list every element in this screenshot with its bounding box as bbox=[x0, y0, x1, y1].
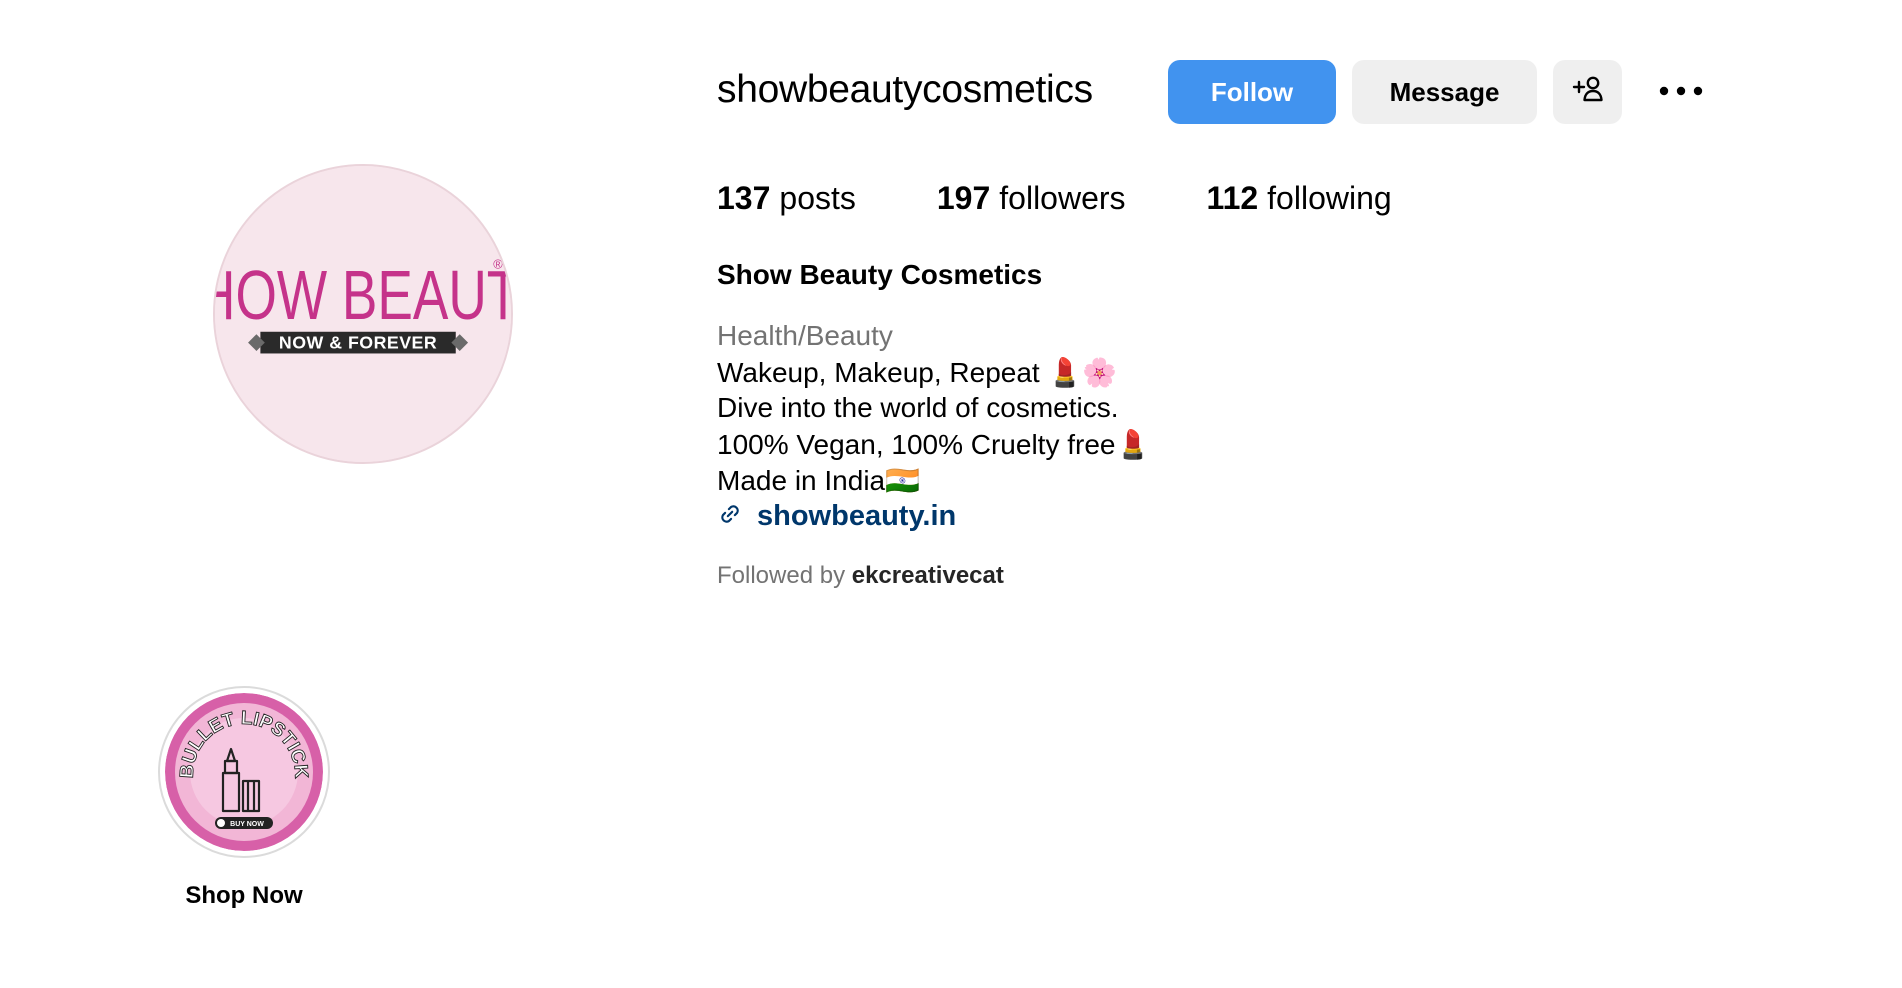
highlight-label[interactable]: Shop Now bbox=[144, 882, 344, 910]
profile-stats: 137 posts 197 followers 112 following bbox=[717, 180, 1473, 217]
highlight-cover: BULLET LIPSTICK BUY NOW bbox=[165, 693, 323, 851]
suggest-accounts-button[interactable] bbox=[1553, 60, 1622, 124]
website-link[interactable]: showbeauty.in bbox=[757, 500, 956, 533]
followed-by-prefix: Followed by bbox=[717, 562, 846, 589]
followers-stat[interactable]: 197 followers bbox=[937, 180, 1126, 217]
logo-tagline-bar: NOW & FOREVER bbox=[248, 331, 469, 354]
followed-by[interactable]: Followed by ekcreativecat bbox=[717, 562, 1004, 590]
bullet-lipstick-cover: BULLET LIPSTICK BUY NOW bbox=[165, 693, 323, 851]
profile-avatar[interactable]: SHOW BEAUTY ® NOW & FOREVER bbox=[213, 164, 513, 464]
profile-website: showbeauty.in bbox=[717, 500, 956, 533]
follow-button[interactable]: Follow bbox=[1168, 60, 1336, 124]
logo-tagline: NOW & FOREVER bbox=[279, 333, 437, 353]
link-icon bbox=[717, 501, 743, 532]
message-button[interactable]: Message bbox=[1352, 60, 1537, 124]
bio-line: Wakeup, Makeup, Repeat 💄🌸 bbox=[717, 357, 1118, 388]
show-beauty-logo: SHOW BEAUTY ® NOW & FOREVER bbox=[215, 166, 511, 462]
following-label: following bbox=[1267, 180, 1392, 216]
more-options-button[interactable] bbox=[1648, 72, 1714, 112]
bio-line: Dive into the world of cosmetics. bbox=[717, 392, 1119, 423]
logo-brand-text: SHOW BEAUTY bbox=[215, 257, 511, 335]
posts-count: 137 bbox=[717, 180, 771, 216]
bio-line: Made in India🇮🇳 bbox=[717, 465, 920, 496]
more-options-icon bbox=[1659, 83, 1703, 101]
bio-line: 100% Vegan, 100% Cruelty free💄 bbox=[717, 429, 1151, 460]
followers-label: followers bbox=[999, 180, 1126, 216]
followed-by-user: ekcreativecat bbox=[851, 562, 1004, 589]
logo-registered-mark: ® bbox=[493, 257, 503, 272]
profile-display-name: Show Beauty Cosmetics bbox=[717, 259, 1043, 290]
story-highlight[interactable]: BULLET LIPSTICK BUY NOW bbox=[158, 686, 330, 858]
person-add-icon bbox=[1572, 75, 1604, 110]
following-count: 112 bbox=[1206, 180, 1259, 216]
posts-stat: 137 posts bbox=[717, 180, 856, 217]
profile-page: SHOW BEAUTY ® NOW & FOREVER showbeautyco… bbox=[0, 0, 1902, 988]
followers-count: 197 bbox=[936, 180, 991, 216]
following-stat[interactable]: 112 following bbox=[1207, 180, 1392, 217]
profile-username: showbeautycosmetics bbox=[717, 68, 1093, 111]
posts-label: posts bbox=[779, 180, 856, 216]
profile-category: Health/Beauty bbox=[717, 320, 893, 351]
cover-buy-now: BUY NOW bbox=[230, 821, 264, 828]
